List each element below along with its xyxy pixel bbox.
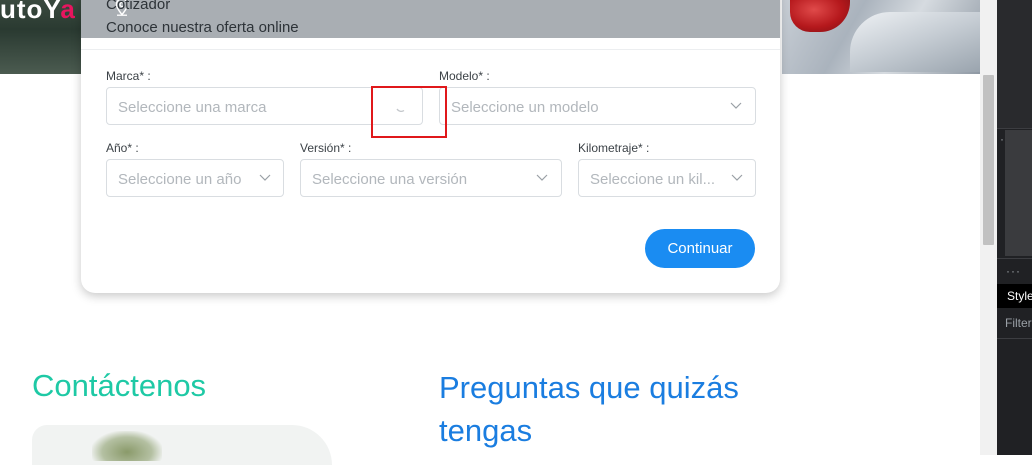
version-placeholder: Seleccione una versión [312,171,468,188]
chevron-down-icon [730,102,742,109]
contact-image [32,425,332,465]
chevron-down-icon [731,174,743,181]
tree-image [92,431,162,461]
kilometraje-placeholder: Seleccione un kil... [590,171,716,188]
anio-select[interactable]: Seleccione un año [106,159,284,197]
marca-label: Marca* : [106,69,151,83]
contact-title: Contáctenos [32,368,207,403]
styles-filter-input[interactable]: Filter [1005,316,1032,330]
modal-subtitle: Conoce nuestra oferta online [106,19,299,36]
modelo-label: Modelo* : [439,69,490,83]
devtools-panel: ··· ··· Styles Filter [997,0,1032,455]
tab-styles[interactable]: Styles [997,284,1032,308]
version-select[interactable]: Seleccione una versión [300,159,562,197]
anio-label: Año* : [106,141,139,155]
highlight-box [371,86,447,138]
kilometraje-select[interactable]: Seleccione un kil... [578,159,756,197]
version-label: Versión* : [300,141,352,155]
chevron-down-icon [259,174,271,181]
anio-placeholder: Seleccione un año [118,171,242,188]
site-logo[interactable]: utoYa [0,0,76,25]
marca-placeholder: Seleccione una marca [118,99,267,116]
modal-header: Cotizador Conoce nuestra oferta online [81,0,780,38]
more-tabs-icon[interactable]: ··· [1006,264,1021,278]
car-body [850,12,980,72]
faq-title: Preguntas que quizás tengas [439,370,739,448]
devtools-elements-pane [997,0,1032,128]
scrollbar-thumb[interactable] [983,75,994,245]
modal-title: Cotizador [106,0,171,13]
devtools-dom-pane [1005,130,1032,256]
modelo-select[interactable]: Seleccione un modelo [439,87,756,125]
chevron-down-icon [536,174,548,181]
quote-modal: Cotizador Conoce nuestra oferta online M… [81,0,780,293]
kilometraje-label: Kilometraje* : [578,141,650,155]
modelo-placeholder: Seleccione un modelo [451,99,599,116]
divider [81,49,780,50]
continue-button[interactable]: Continuar [645,229,755,268]
